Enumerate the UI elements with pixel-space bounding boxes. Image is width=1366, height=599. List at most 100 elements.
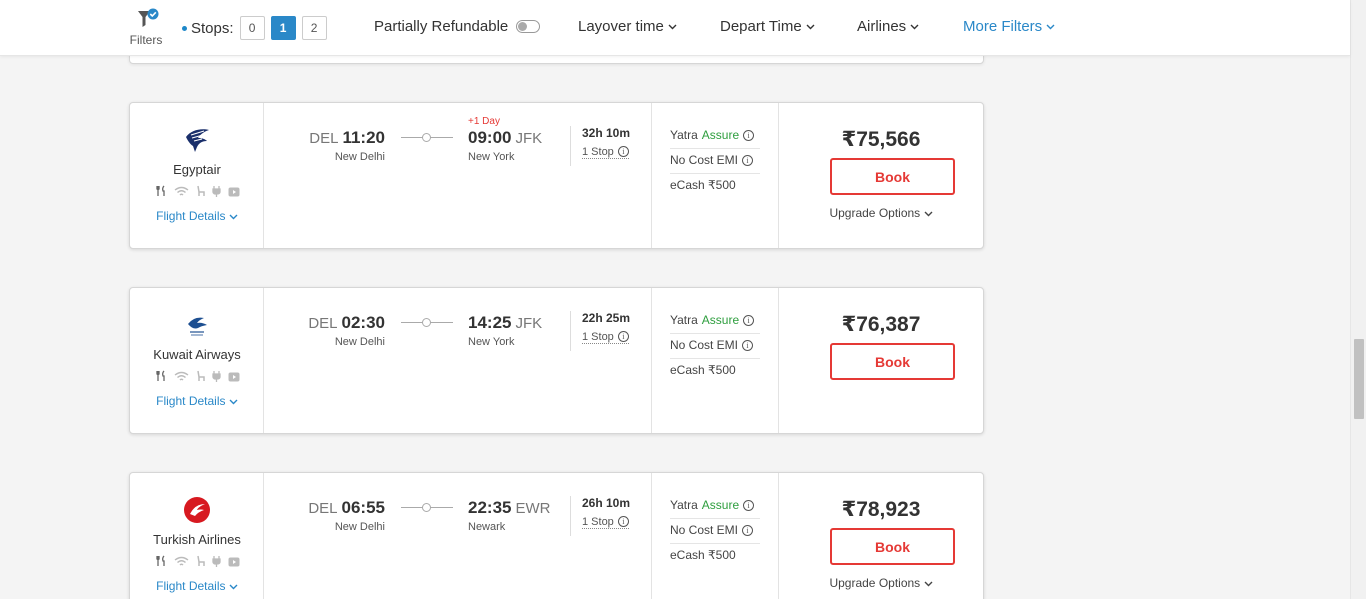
arrival-time: 09:00	[468, 128, 512, 147]
page-scrollbar[interactable]	[1350, 0, 1366, 599]
info-icon: i	[743, 130, 755, 141]
yatra-assure-offer[interactable]: Yatra Assure i	[670, 498, 760, 519]
upgrade-options-link[interactable]: Upgrade Options	[779, 206, 983, 220]
power-outlet-icon	[212, 369, 221, 387]
egyptair-logo	[186, 129, 209, 152]
chevron-down-icon	[229, 584, 238, 590]
no-cost-emi-label: No Cost EMI	[670, 338, 739, 352]
stop-marker	[422, 133, 431, 142]
ecash-offer: eCash ₹500	[670, 363, 736, 377]
upgrade-options-label: Upgrade Options	[829, 576, 921, 590]
stops-label: Stops:	[191, 19, 234, 37]
yatra-label: Yatra	[670, 498, 698, 512]
offers-column: Yatra Assure i No Cost EMI i eCash ₹500	[652, 288, 779, 433]
no-cost-emi-label: No Cost EMI	[670, 153, 739, 167]
info-icon: i	[743, 500, 755, 511]
yatra-assure-offer[interactable]: Yatra Assure i	[670, 313, 760, 334]
departure-time: 06:55	[341, 498, 385, 517]
departure-code: DEL	[309, 130, 339, 147]
info-icon: i	[617, 146, 629, 157]
flight-duration: 26h 10m	[582, 496, 631, 510]
info-icon: i	[617, 331, 629, 342]
flight-card: Kuwait Airways Flight Details DEL 02:30 N…	[129, 287, 984, 434]
scrollbar-thumb[interactable]	[1354, 339, 1364, 419]
fare-price: ₹76,387	[841, 313, 921, 336]
flight-details-label: Flight Details	[156, 209, 226, 223]
stops-info[interactable]: 1 Stop i	[582, 331, 629, 344]
arrival-code: EWR	[515, 500, 551, 517]
layover-time-dropdown[interactable]: Layover time	[578, 18, 677, 35]
stop-option-1[interactable]: 1	[270, 16, 296, 40]
layover-time-label: Layover time	[578, 18, 664, 35]
upgrade-options-label: Upgrade Options	[829, 206, 921, 220]
departure-block: DEL 02:30 New Delhi	[308, 313, 385, 348]
arrival-code: JFK	[515, 315, 543, 332]
departure-code: DEL	[308, 500, 338, 517]
more-filters-dropdown[interactable]: More Filters	[963, 18, 1055, 35]
wifi-icon	[174, 184, 189, 202]
flight-details-link[interactable]: Flight Details	[130, 209, 264, 223]
power-outlet-icon	[212, 184, 221, 202]
flight-card: Turkish Airlines Flight Details DEL 06:55…	[129, 472, 984, 599]
chevron-down-icon	[668, 24, 677, 29]
departure-city: New Delhi	[334, 336, 385, 348]
flight-duration: 22h 25m	[582, 311, 631, 325]
stop-option-2[interactable]: 2	[301, 16, 327, 40]
yatra-assure-offer[interactable]: Yatra Assure i	[670, 128, 760, 149]
duration-block: 26h 10m 1 Stop i	[570, 496, 630, 536]
duration-block: 22h 25m 1 Stop i	[570, 311, 630, 351]
departure-time: 02:30	[341, 313, 385, 332]
filters-button[interactable]: Filters	[126, 8, 166, 50]
info-icon: i	[742, 525, 754, 536]
airline-column: Turkish Airlines Flight Details	[130, 473, 264, 599]
partially-refundable-label: Partially Refundable	[374, 18, 509, 35]
flight-details-link[interactable]: Flight Details	[130, 579, 264, 593]
book-button[interactable]: Book	[830, 158, 955, 195]
upgrade-options-link[interactable]: Upgrade Options	[779, 576, 983, 590]
departure-city: New Delhi	[334, 151, 385, 163]
book-button[interactable]: Book	[830, 528, 955, 565]
chevron-down-icon	[229, 214, 238, 220]
no-cost-emi-offer[interactable]: No Cost EMI i	[670, 523, 760, 544]
arrival-city: New York	[468, 151, 515, 163]
no-cost-emi-offer[interactable]: No Cost EMI i	[670, 338, 760, 359]
chevron-down-icon	[806, 24, 815, 29]
stops-info[interactable]: 1 Stop i	[582, 516, 629, 529]
depart-time-dropdown[interactable]: Depart Time	[720, 18, 815, 35]
timing-column: DEL 06:55 New Delhi 22:35 EWR Newark 26h 1…	[264, 473, 652, 599]
airline-column: Egyptair Flight Details	[130, 103, 264, 248]
timing-column: DEL 11:20 New Delhi +1 Day 09:00 JFK New Y…	[264, 103, 652, 248]
airline-name: Kuwait Airways	[153, 347, 241, 362]
offers-column: Yatra Assure i No Cost EMI i eCash ₹500	[652, 103, 779, 248]
amenities-row	[156, 369, 240, 387]
airlines-dropdown[interactable]: Airlines	[857, 18, 919, 35]
filters-label: Filters	[129, 33, 163, 47]
stops-count: 1 Stop	[582, 516, 614, 528]
partially-refundable-filter[interactable]: Partially Refundable	[374, 18, 541, 35]
entertainment-icon	[228, 554, 240, 572]
partially-refundable-toggle[interactable]	[516, 20, 541, 33]
stops-filter: Stops: 0 1 2	[182, 16, 333, 40]
price-column: ₹75,566 Book Upgrade Options	[779, 103, 983, 248]
stops-count: 1 Stop	[582, 331, 614, 343]
yatra-label: Yatra	[670, 128, 698, 142]
plus-day-badge: +1 Day	[468, 116, 500, 127]
duration-block: 32h 10m 1 Stop i	[570, 126, 630, 166]
no-cost-emi-offer[interactable]: No Cost EMI i	[670, 153, 760, 174]
chevron-down-icon	[229, 399, 238, 405]
arrival-block: 22:35 EWR Newark	[468, 498, 550, 533]
assure-label: Assure	[701, 128, 740, 142]
price-column: ₹78,923 Book Upgrade Options	[779, 473, 983, 599]
arrival-city: Newark	[468, 521, 506, 533]
price-column: ₹76,387 Book	[779, 288, 983, 433]
airlines-label: Airlines	[857, 18, 907, 35]
turkish-airlines-logo	[184, 497, 210, 523]
stops-info[interactable]: 1 Stop i	[582, 146, 629, 159]
book-button[interactable]: Book	[830, 343, 955, 380]
assure-label: Assure	[701, 498, 740, 512]
airline-column: Kuwait Airways Flight Details	[130, 288, 264, 433]
arrival-time: 14:25	[468, 313, 512, 332]
flight-details-link[interactable]: Flight Details	[130, 394, 264, 408]
stop-option-0[interactable]: 0	[239, 16, 265, 40]
power-outlet-icon	[212, 554, 221, 572]
